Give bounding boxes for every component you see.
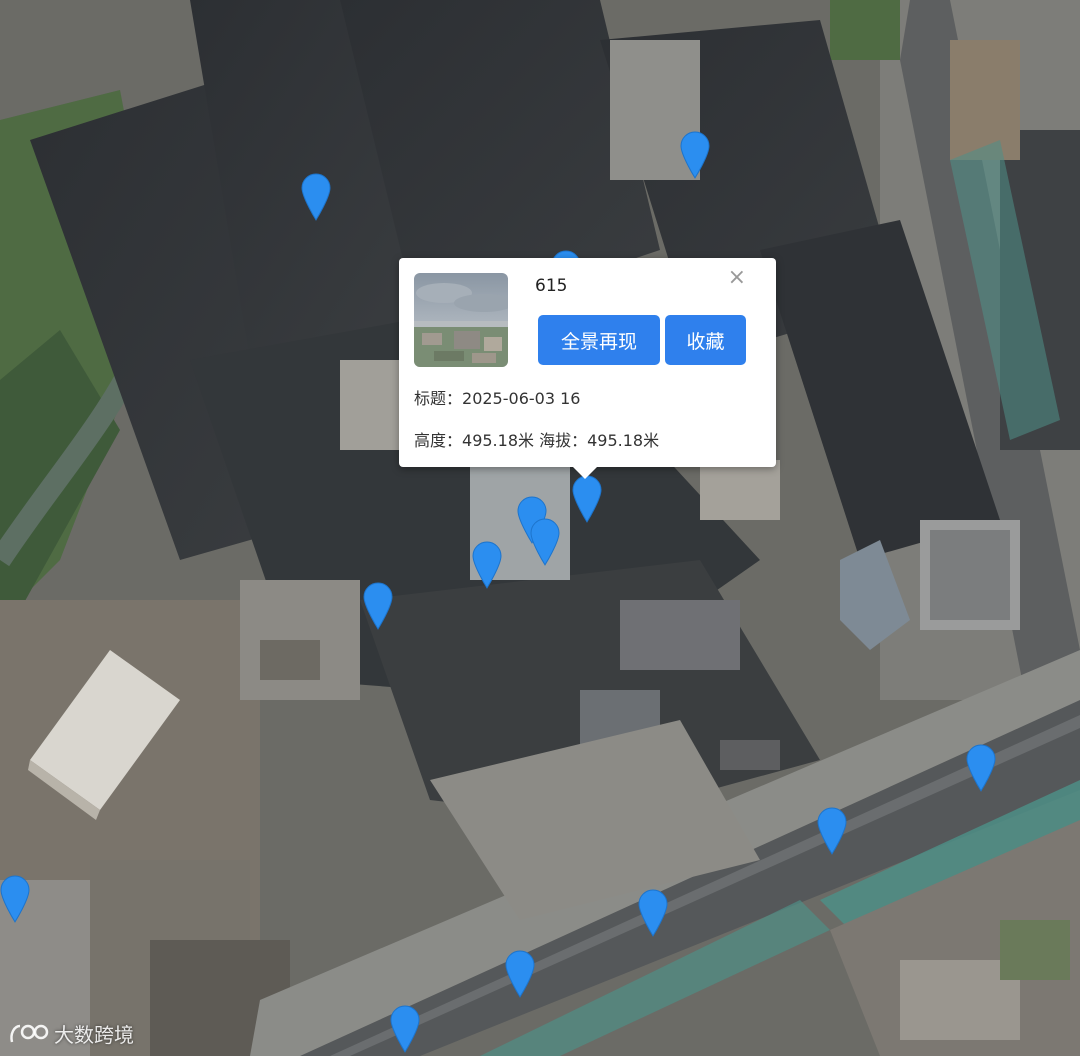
marker-info-popup: 615 × 全景再现 收藏 标题：2025-06-03 16 高度：495.18… [399, 258, 776, 479]
map-pin-icon [363, 582, 393, 630]
height-value: 495.18米 [462, 431, 535, 450]
map-marker-selected[interactable] [572, 475, 602, 523]
altitude-value: 495.18米 [587, 431, 660, 450]
close-icon[interactable]: × [728, 266, 746, 290]
map-pin-icon [638, 889, 668, 937]
altitude-label: 海拔： [539, 431, 588, 450]
map-marker[interactable] [966, 744, 996, 792]
height-info: 高度：495.18米 海拔：495.18米 [414, 427, 659, 451]
panorama-thumbnail[interactable] [414, 273, 508, 367]
map-marker[interactable] [472, 541, 502, 589]
map-marker[interactable] [390, 1005, 420, 1053]
favorite-button[interactable]: 收藏 [665, 315, 746, 365]
map-view[interactable]: 615 × 全景再现 收藏 标题：2025-06-03 16 高度：495.18… [0, 0, 1080, 1056]
map-marker[interactable] [0, 875, 30, 923]
logo-text: 大数跨境 [54, 1023, 134, 1047]
map-marker[interactable] [638, 889, 668, 937]
map-pin-icon [505, 950, 535, 998]
map-pin-icon [530, 518, 560, 566]
title-label: 标题： [414, 389, 463, 408]
map-marker[interactable] [817, 807, 847, 855]
map-marker[interactable] [363, 582, 393, 630]
map-pin-icon [680, 131, 710, 179]
map-pin-icon [817, 807, 847, 855]
map-pin-icon [472, 541, 502, 589]
map-pin-icon [390, 1005, 420, 1053]
map-pin-icon [572, 475, 602, 523]
title-info: 标题：2025-06-03 16 [414, 385, 580, 409]
popup-pointer [573, 467, 597, 479]
logo-icon [10, 1024, 49, 1042]
map-marker[interactable] [680, 131, 710, 179]
map-pin-icon [301, 173, 331, 221]
map-pin-icon [966, 744, 996, 792]
map-marker[interactable] [505, 950, 535, 998]
map-marker[interactable] [530, 518, 560, 566]
map-pin-icon [0, 875, 30, 923]
marker-id: 615 [535, 276, 568, 296]
brand-logo: 大数跨境 [8, 1019, 134, 1048]
panorama-replay-button[interactable]: 全景再现 [538, 315, 660, 365]
title-value: 2025-06-03 16 [462, 389, 581, 408]
height-label: 高度： [414, 431, 463, 450]
map-marker[interactable] [301, 173, 331, 221]
